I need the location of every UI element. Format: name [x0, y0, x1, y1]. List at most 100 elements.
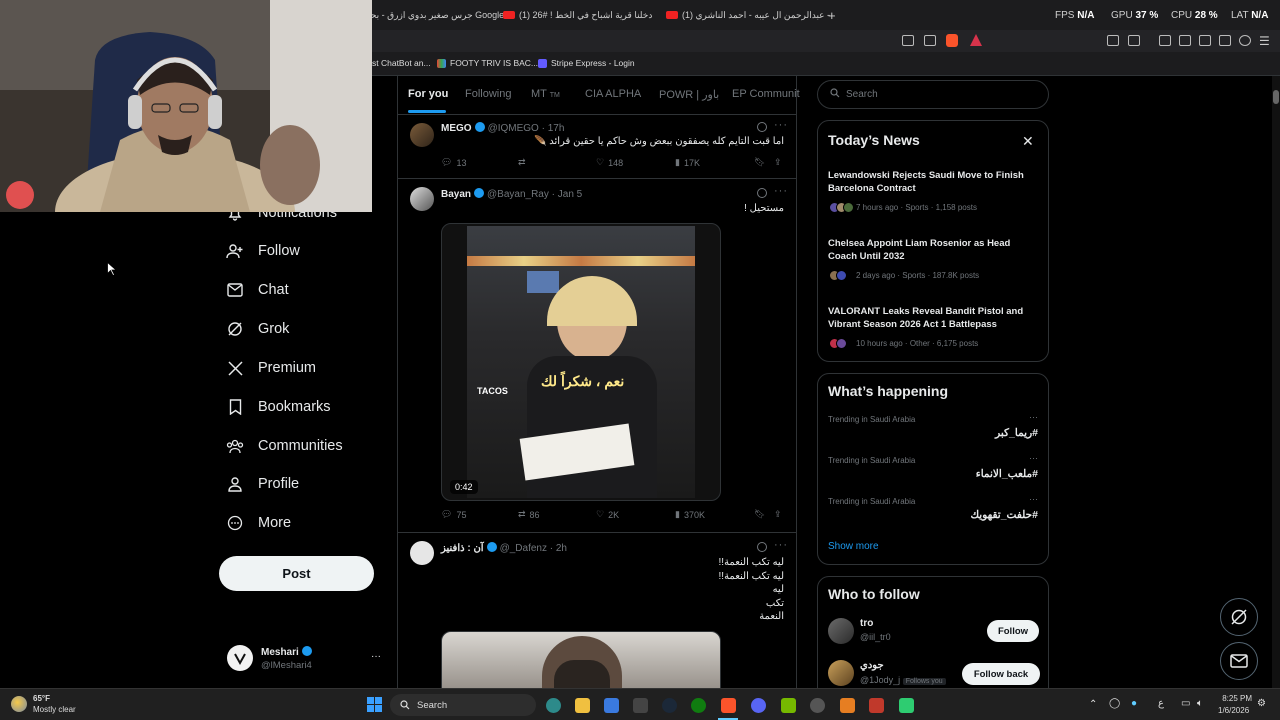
- tab-cia-alpha[interactable]: CIA ALPHA: [585, 88, 641, 100]
- nvidia-icon[interactable]: [781, 698, 796, 713]
- nav-profile[interactable]: Profile: [226, 473, 299, 495]
- tab-for-you[interactable]: For you: [408, 88, 448, 100]
- mic-icon[interactable]: ●: [1131, 698, 1137, 709]
- scrollbar-thumb[interactable]: [1273, 90, 1279, 104]
- follow-back-button[interactable]: Follow back: [962, 663, 1040, 685]
- tweet[interactable]: MEGO @IQMEGO · 17h ··· اما قبت التايم كله…: [398, 114, 796, 178]
- more-options-icon[interactable]: ···: [774, 539, 788, 551]
- tweet-author[interactable]: MEGO @IQMEGO · 17h: [441, 122, 564, 134]
- repost-button[interactable]: ⇄ 86: [518, 509, 540, 520]
- xbox-icon[interactable]: [691, 698, 706, 713]
- account-name[interactable]: Meshari: [261, 646, 315, 658]
- nav-premium[interactable]: Premium: [226, 357, 316, 379]
- grok-icon[interactable]: [757, 188, 767, 198]
- views-button[interactable]: ▮ 17K: [675, 157, 700, 168]
- views-button[interactable]: ▮ 370K: [675, 509, 705, 520]
- app-icon[interactable]: [840, 698, 855, 713]
- share-button[interactable]: ⇪: [774, 509, 782, 520]
- tab-powr[interactable]: POWR | باور: [659, 88, 719, 101]
- share-button[interactable]: ⇪: [774, 157, 782, 168]
- tweet[interactable]: آن : ذافنيز @_Dafenz · 2h ··· ليه تكب الن…: [398, 532, 796, 688]
- account-menu-button[interactable]: ···: [371, 651, 381, 662]
- brave-icon[interactable]: [721, 698, 736, 713]
- nav-communities[interactable]: Communities: [226, 435, 343, 457]
- app-icon[interactable]: [899, 698, 914, 713]
- app-icon[interactable]: [869, 698, 884, 713]
- avatar[interactable]: [410, 187, 434, 211]
- more-options-icon[interactable]: ···: [774, 185, 788, 197]
- bookmark-button[interactable]: 🔖︎: [754, 157, 765, 168]
- onedrive-icon[interactable]: ◯: [1109, 698, 1120, 709]
- avatar[interactable]: [828, 618, 854, 644]
- store-icon[interactable]: [604, 698, 619, 713]
- wallet2-icon[interactable]: [1199, 35, 1211, 46]
- post-button[interactable]: Post: [219, 556, 374, 591]
- nav-more[interactable]: More: [226, 512, 291, 534]
- trend-tag[interactable]: #ملعب_الانماء: [976, 468, 1038, 480]
- user-name[interactable]: tro: [860, 618, 873, 629]
- trend-tag[interactable]: #ريما_كبر: [995, 427, 1038, 439]
- extensions-icon[interactable]: [1107, 35, 1119, 46]
- bookmark-button[interactable]: 🔖︎: [754, 509, 765, 520]
- bookmark[interactable]: Stripe Express - Login: [538, 58, 635, 68]
- bookmark[interactable]: st ChatBot an...: [372, 58, 431, 68]
- more-options-icon[interactable]: ···: [774, 119, 788, 131]
- weather-icon[interactable]: [11, 696, 27, 712]
- file-explorer-icon[interactable]: [575, 698, 590, 713]
- tweet[interactable]: Bayan @Bayan_Ray · Jan 5 ··· مستحيل ! TAC…: [398, 178, 796, 532]
- close-icon[interactable]: ✕: [1022, 133, 1034, 150]
- trend-more-icon[interactable]: ···: [1029, 494, 1038, 504]
- windows-start-icon[interactable]: [367, 697, 382, 712]
- like-button[interactable]: ♡ 2K: [596, 509, 619, 520]
- media-icon[interactable]: [1159, 35, 1171, 46]
- news-headline[interactable]: Chelsea Appoint Liam Rosenior as Head Co…: [828, 237, 1040, 263]
- browser-tab[interactable]: (1) دخلنا قرية اشباح في الخط ! #26: [503, 5, 652, 25]
- wallet-icon[interactable]: [1128, 35, 1140, 46]
- trend-more-icon[interactable]: ···: [1029, 453, 1038, 463]
- trend-tag[interactable]: #حلفت_تقهويك: [970, 509, 1038, 521]
- like-button[interactable]: ♡ 148: [596, 157, 623, 168]
- clock-date[interactable]: 1/6/2026: [1218, 706, 1249, 715]
- new-tab-button[interactable]: +: [828, 5, 836, 25]
- brave-shield-icon[interactable]: [946, 34, 958, 47]
- nav-grok[interactable]: Grok: [226, 318, 289, 340]
- tweet-image[interactable]: [441, 631, 721, 688]
- obs-icon[interactable]: [810, 698, 825, 713]
- grok-icon[interactable]: [757, 542, 767, 552]
- brave-rewards-icon[interactable]: [970, 34, 982, 46]
- avatar[interactable]: [410, 123, 434, 147]
- clock-time[interactable]: 8:25 PM: [1222, 694, 1252, 703]
- repost-button[interactable]: ⇄: [518, 157, 526, 168]
- network-icon[interactable]: ▭: [1181, 698, 1190, 709]
- browser-tab[interactable]: جرس صغير بدوي ازرق - بحث Google: [362, 5, 504, 25]
- discord-icon[interactable]: [751, 698, 766, 713]
- scrollbar-track[interactable]: [1272, 76, 1280, 688]
- menu-icon[interactable]: ☰: [1259, 34, 1270, 48]
- follow-button[interactable]: Follow: [987, 620, 1039, 642]
- grok-icon[interactable]: [757, 122, 767, 132]
- search-input[interactable]: Search: [817, 80, 1049, 109]
- bookmark[interactable]: FOOTY TRIV IS BAC...: [437, 58, 538, 68]
- reply-button[interactable]: 💬︎ 75: [441, 509, 466, 520]
- grok-fab[interactable]: [1220, 598, 1258, 636]
- taskbar-search[interactable]: Search: [390, 694, 536, 716]
- tab-following[interactable]: Following: [465, 88, 511, 100]
- show-more-link[interactable]: Show more: [828, 541, 879, 552]
- avatar[interactable]: [828, 660, 854, 686]
- nav-bookmarks[interactable]: Bookmarks: [226, 396, 331, 418]
- edge-icon[interactable]: [546, 698, 561, 713]
- tweet-author[interactable]: Bayan @Bayan_Ray · Jan 5: [441, 188, 582, 200]
- news-headline[interactable]: VALORANT Leaks Reveal Bandit Pistol and …: [828, 305, 1040, 331]
- tweet-author[interactable]: آن : ذافنيز @_Dafenz · 2h: [441, 542, 567, 554]
- language-indicator[interactable]: ع: [1158, 698, 1164, 709]
- tab-ep-community[interactable]: EP Communit: [732, 88, 800, 100]
- volume-icon[interactable]: 🔈︎: [1197, 698, 1203, 709]
- vpn-icon[interactable]: [1239, 35, 1251, 46]
- trend-more-icon[interactable]: ···: [1029, 412, 1038, 422]
- cast-icon[interactable]: [902, 35, 914, 46]
- tweet-video[interactable]: TACOS نعم ، شكراً لك 0:42: [441, 223, 721, 501]
- steam-icon[interactable]: [662, 698, 677, 713]
- nav-chat[interactable]: Chat: [226, 279, 289, 301]
- avatar[interactable]: [410, 541, 434, 565]
- messages-fab[interactable]: [1220, 642, 1258, 680]
